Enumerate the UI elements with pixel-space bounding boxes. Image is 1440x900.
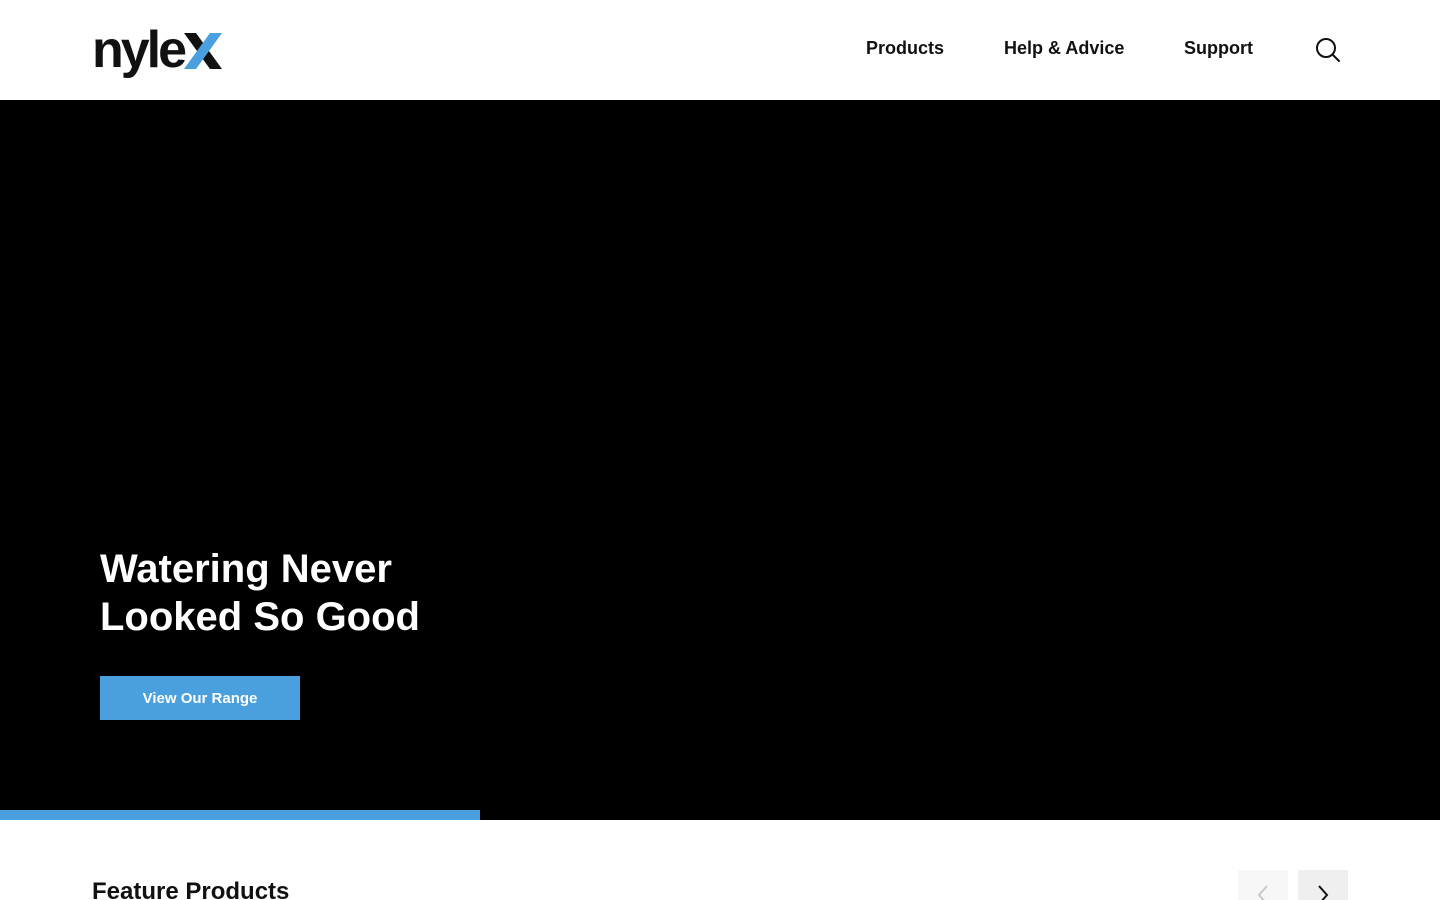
view-range-button[interactable]: View Our Range [100, 676, 300, 720]
featured-products-title: Feature Products [92, 878, 290, 900]
logo-wordmark: nyle [92, 21, 187, 79]
hero-banner: Watering Never Looked So Good View Our R… [0, 100, 1440, 820]
logo-x-mark [184, 33, 223, 69]
logo-accent-x [184, 22, 223, 78]
slide-progress-fill [0, 810, 480, 820]
nav-item-products[interactable]: Products [866, 38, 944, 59]
search-icon [1316, 38, 1340, 62]
chevron-right-icon [1318, 885, 1329, 900]
hero-title: Watering Never Looked So Good [100, 547, 420, 639]
nav-item-support[interactable]: Support [1184, 38, 1253, 59]
nylex-logo[interactable]: nyle [92, 21, 223, 79]
chevron-left-icon [1257, 885, 1268, 900]
search-button[interactable] [1314, 36, 1342, 64]
slide-progress-bar [0, 810, 1440, 820]
carousel-next-button[interactable] [1298, 870, 1348, 900]
nav-item-help-advice[interactable]: Help & Advice [1004, 38, 1124, 59]
site-header: nyle Products Help & Advice Support [0, 0, 1440, 100]
carousel-prev-button[interactable] [1238, 870, 1288, 900]
